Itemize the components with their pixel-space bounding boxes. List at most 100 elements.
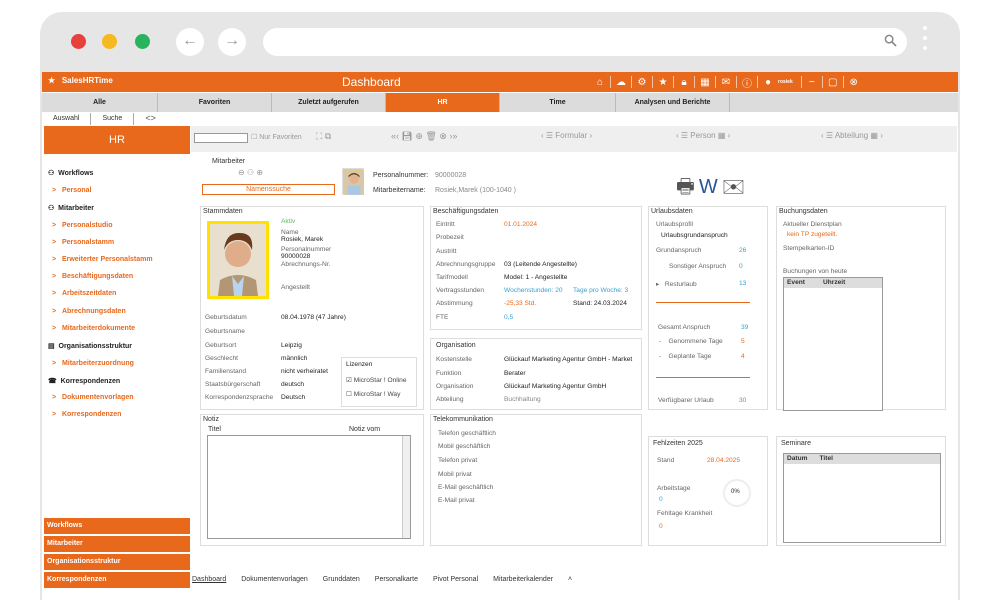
sidebar-item-arbeitszeit[interactable]: > Arbeitszeitdaten: [52, 290, 116, 297]
search-icon[interactable]: [884, 34, 897, 47]
fehlzeiten-panel: Fehlzeiten 2025 Stand 28.04.2025 Arbeits…: [648, 436, 768, 546]
sidebar-item-erweiterter[interactable]: > Erweiterter Personalstamm: [52, 256, 153, 263]
close-icon[interactable]: ⊗: [844, 77, 864, 88]
user-icon[interactable]: ●: [758, 77, 778, 88]
lizenz-online[interactable]: ☑ MicroStar ! Online: [346, 376, 407, 384]
expand-icon[interactable]: ⛶ ⧉: [316, 131, 331, 142]
mitarbeiter-label: Mitarbeiter: [212, 158, 246, 165]
sonstiger-label: Sonstiger Anspruch: [669, 263, 727, 270]
bottom-tab-grunddaten[interactable]: Grunddaten: [323, 576, 360, 583]
lizenzen-label: Lizenzen: [346, 361, 373, 368]
bottom-tab-pivot[interactable]: Pivot Personal: [433, 576, 478, 583]
tab-zuletzt[interactable]: Zuletzt aufgerufen: [272, 93, 386, 112]
back-button[interactable]: ←: [176, 28, 204, 56]
record-nav-icons[interactable]: «‹ 💾︎ ⊕ 🗑︎ ⊗ ›»: [391, 131, 457, 142]
percent-gauge: 0%: [723, 479, 751, 507]
address-bar[interactable]: [263, 28, 907, 56]
sidebar-item-dokumente[interactable]: > Mitarbeiterdokumente: [52, 325, 135, 332]
subtab-suche[interactable]: Suche: [91, 113, 135, 125]
tab-favoriten[interactable]: Favoriten: [158, 93, 272, 112]
sidebar-section-organisation[interactable]: ▤ Organisationsstruktur: [48, 342, 132, 350]
stand-value: 28.04.2025: [707, 457, 741, 464]
telefon-geschaeftlich-label: Telefon geschäftlich: [438, 430, 496, 437]
cloud-icon[interactable]: ☁: [611, 77, 631, 88]
tab-hr[interactable]: HR: [386, 93, 500, 112]
lock-icon[interactable]: 🔒︎: [674, 77, 694, 88]
favorites-checkbox[interactable]: ☐ Nur Favoriten: [251, 133, 302, 141]
formular-nav[interactable]: ‹ ☰ Formular ›: [541, 131, 592, 140]
sidebar-item-personal[interactable]: > Personal: [52, 187, 92, 194]
info-icon[interactable]: ⓘ: [737, 75, 757, 90]
personalnummer-label: Personalnummer:: [373, 172, 429, 179]
col-uhrzeit: Uhrzeit: [822, 279, 846, 286]
sidebar-section-mitarbeiter[interactable]: ⚇ Mitarbeiter: [48, 204, 94, 212]
sidebar-section-workflows[interactable]: ⚇ Workflows: [48, 169, 93, 177]
gear-icon[interactable]: ⚙: [632, 77, 652, 88]
namenssuche-button[interactable]: Namenssuche: [202, 184, 335, 195]
abteilung-nav[interactable]: ‹ ☰ Abteilung ▦ ›: [821, 131, 883, 140]
print-icon[interactable]: 🖶︎: [676, 176, 699, 198]
sidebar-item-personalstamm[interactable]: > Personalstamm: [52, 239, 114, 246]
tab-alle[interactable]: Alle: [42, 93, 158, 112]
familienstand-label: Familienstand: [205, 368, 247, 375]
krank-value: 0: [659, 523, 663, 530]
bottom-tab-personalkarte[interactable]: Personalkarte: [375, 576, 418, 583]
calendar-icon[interactable]: ▦: [695, 77, 715, 88]
forward-button[interactable]: →: [218, 28, 246, 56]
maximize-dot[interactable]: [135, 34, 150, 49]
sidebar-item-beschaeftigung[interactable]: > Beschäftigungsdaten: [52, 273, 133, 280]
bottom-tab-dokumentenvorlagen[interactable]: Dokumentenvorlagen: [241, 576, 308, 583]
notiz-scrollbar[interactable]: [402, 436, 410, 538]
lizenz-way[interactable]: ☐ MicroStar ! Way: [346, 390, 400, 398]
menu-icon[interactable]: [923, 26, 927, 58]
sidebar-item-korrespondenzen[interactable]: > Korrespondenzen: [52, 411, 121, 418]
sidebar: HR ⚇ Workflows > Personal ⚇ Mitarbeiter …: [44, 126, 190, 600]
mail-icon[interactable]: ✉: [722, 176, 749, 198]
personalnummer-value: 90000028: [435, 172, 467, 179]
minimize-icon[interactable]: −: [802, 77, 822, 88]
sidebar-item-vorlagen[interactable]: > Dokumentenvorlagen: [52, 394, 134, 401]
minimize-dot[interactable]: [102, 34, 117, 49]
divider: [656, 377, 750, 378]
notiz-table[interactable]: [207, 435, 411, 539]
notiz-col-notizvom: Notiz vom: [349, 426, 381, 433]
gesamt-value: 39: [741, 324, 749, 331]
korrespondenzsprache-value: Deutsch: [281, 394, 306, 401]
page-title: Dashboard: [342, 75, 401, 89]
sidebar-bottom-workflows[interactable]: Workflows: [44, 518, 190, 534]
sidebar-bottom-mitarbeiter[interactable]: Mitarbeiter: [44, 536, 190, 552]
star-icon[interactable]: ★: [653, 77, 673, 88]
staatsbuergerschaft-value: deutsch: [281, 381, 305, 388]
sidebar-bottom-korrespondenzen[interactable]: Korrespondenzen: [44, 572, 190, 588]
person-nav[interactable]: ‹ ☰ Person ▦ ›: [676, 131, 730, 140]
employee-nav-icons[interactable]: ⊖ ⚇ ⊕: [238, 168, 263, 177]
nav-arrows-icon[interactable]: <>: [134, 113, 167, 125]
col-datum: Datum: [787, 455, 808, 462]
subtab-auswahl[interactable]: Auswahl: [42, 113, 92, 125]
bottom-tabs: Dashboard Dokumentenvorlagen Grunddaten …: [192, 576, 587, 583]
tab-time[interactable]: Time: [500, 93, 616, 112]
close-dot[interactable]: [71, 34, 86, 49]
word-icon[interactable]: W: [699, 176, 722, 198]
maximize-icon[interactable]: ▢: [823, 77, 843, 88]
toolbar-search-input[interactable]: [194, 133, 248, 143]
sidebar-item-zuordnung[interactable]: > Mitarbeiterzuordnung: [52, 360, 134, 367]
user-name[interactable]: rosiek: [778, 79, 793, 85]
tab-analysen[interactable]: Analysen und Berichte: [616, 93, 730, 112]
name-label: Name: [281, 229, 299, 236]
seminare-table[interactable]: Datum Titel: [783, 453, 941, 543]
sidebar-bottom-organisation[interactable]: Organisationsstruktur: [44, 554, 190, 570]
bottom-tab-caret[interactable]: ˄: [568, 576, 572, 583]
geburtsort-value: Leipzig: [281, 342, 302, 349]
buchung-table[interactable]: Event Uhrzeit: [783, 277, 883, 411]
sidebar-section-korrespondenzen[interactable]: ☎ Korrespondenzen: [48, 377, 120, 385]
bottom-tab-kalender[interactable]: Mitarbeiterkalender: [493, 576, 553, 583]
sidebar-item-abrechnung[interactable]: > Abrechnungsdaten: [52, 308, 126, 315]
bottom-tab-dashboard[interactable]: Dashboard: [192, 576, 226, 583]
action-icons: 🖶︎W✉: [676, 172, 749, 206]
sidebar-item-personalstudio[interactable]: > Personalstudio: [52, 222, 113, 229]
telefon-privat-label: Telefon privat: [438, 457, 478, 464]
abstimmung-value: -25,33 Std.: [504, 300, 537, 307]
chat-icon[interactable]: ✉: [716, 77, 736, 88]
home-icon[interactable]: ⌂: [590, 77, 610, 88]
